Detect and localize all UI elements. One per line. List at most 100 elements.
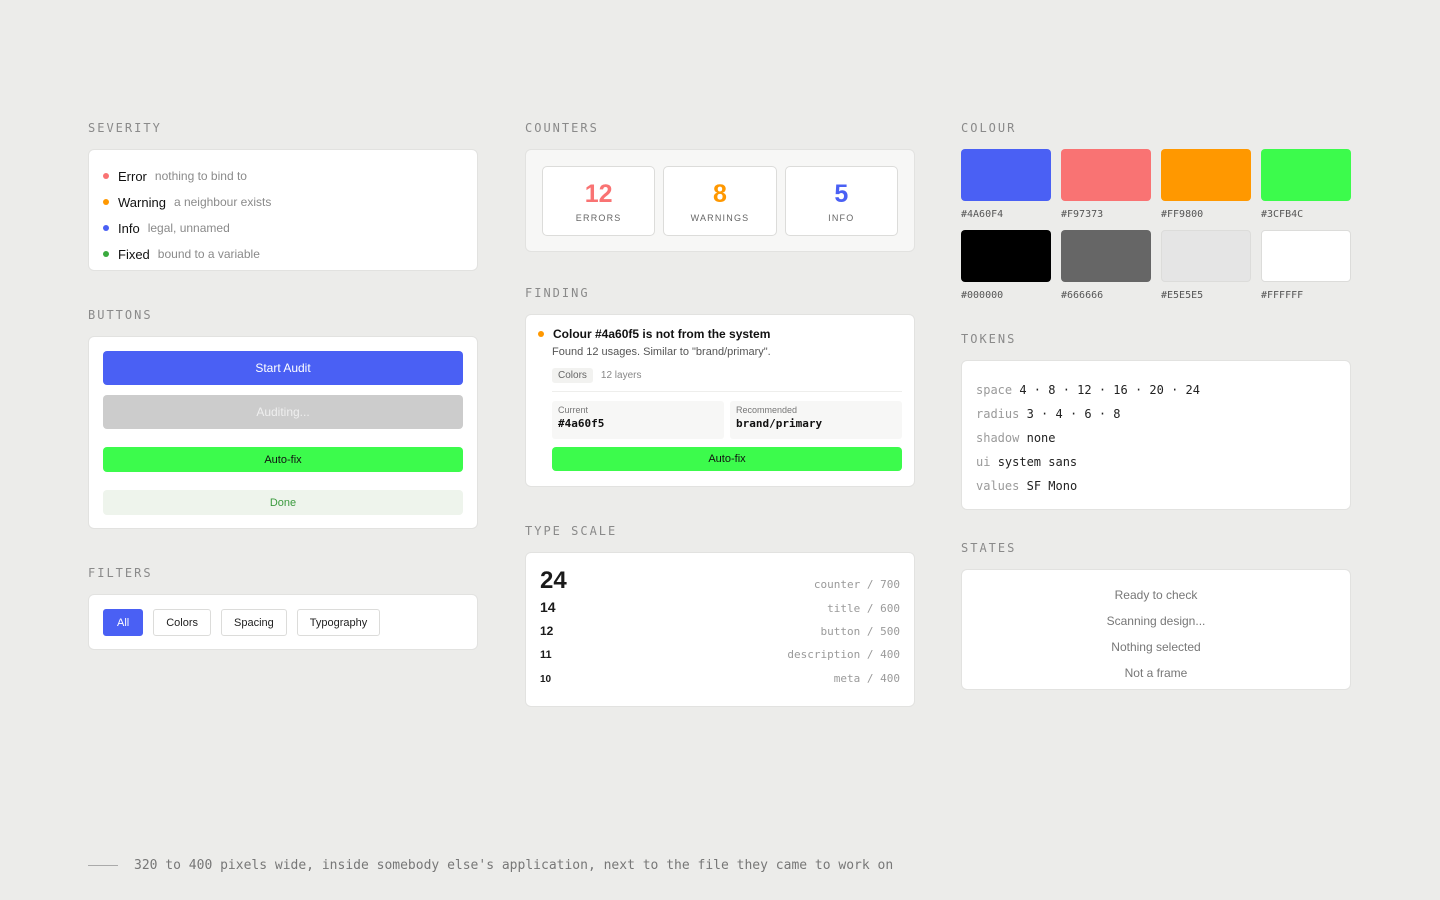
severity-name: Fixed [118, 246, 150, 262]
type-spec: title / 600 [827, 602, 900, 615]
finding-layers: 12 layers [600, 370, 642, 381]
swatch-item: #E5E5E5 [1161, 230, 1251, 301]
swatch-white[interactable] [1261, 230, 1351, 282]
buttons-card: Start Audit Auditing... Auto-fix Done [88, 336, 478, 529]
token-key: radius [976, 407, 1020, 421]
swatch-gray[interactable] [1061, 230, 1151, 282]
finding-title-row: Colour #4a60f5 is not from the system [538, 327, 902, 341]
swatch-black[interactable] [961, 230, 1051, 282]
severity-desc: a neighbour exists [173, 195, 272, 209]
filters-section-label: FILTERS [88, 566, 153, 580]
swatch-hex: #E5E5E5 [1161, 290, 1204, 301]
token-row-ui: ui system sans [976, 450, 1336, 474]
severity-name: Error [118, 168, 147, 184]
severity-name: Info [118, 220, 140, 236]
swatch-item: #F97373 [1061, 149, 1151, 220]
swatch-orange[interactable] [1161, 149, 1251, 201]
token-value: 3 · 4 · 6 · 8 [1026, 407, 1121, 421]
colour-section-label: COLOUR [961, 121, 1017, 135]
counter-label: ERRORS [575, 212, 622, 223]
swatch-item: #000000 [961, 230, 1051, 301]
finding-description: Found 12 usages. Similar to "brand/prima… [552, 346, 771, 358]
colour-swatch-grid: #4A60F4 #F97373 #FF9800 #3CFB4C #000000 … [961, 149, 1351, 301]
type-sample: 12 [540, 624, 554, 638]
swatch-blue[interactable] [961, 149, 1051, 201]
type-sample: 14 [540, 599, 556, 615]
counters-section-label: COUNTERS [525, 121, 599, 135]
finding-card: Colour #4a60f5 is not from the system Fo… [525, 314, 915, 487]
type-spec: button / 500 [820, 625, 900, 638]
token-row-space: space 4 · 8 · 12 · 16 · 20 · 24 [976, 378, 1336, 402]
done-button[interactable]: Done [103, 490, 463, 515]
type-sample: 10 [540, 674, 552, 685]
states-section-label: STATES [961, 541, 1017, 555]
finding-title: Colour #4a60f5 is not from the system [553, 327, 771, 341]
start-audit-button[interactable]: Start Audit [103, 351, 463, 385]
filter-chip-spacing[interactable]: Spacing [221, 609, 287, 636]
token-key: ui [976, 455, 991, 469]
severity-row-warning: Warning a neighbour exists [103, 189, 463, 215]
filters-card: All Colors Spacing Typography [88, 594, 478, 650]
swatch-light-gray[interactable] [1161, 230, 1251, 282]
footer-text: 320 to 400 pixels wide, inside somebody … [134, 858, 894, 873]
severity-row-info: Info legal, unnamed [103, 215, 463, 241]
severity-desc: bound to a variable [157, 247, 260, 261]
column-left: SEVERITY Error nothing to bind to Warnin… [88, 120, 478, 650]
filter-chip-colors[interactable]: Colors [153, 609, 212, 636]
token-row-radius: radius 3 · 4 · 6 · 8 [976, 402, 1336, 426]
warning-dot-icon [103, 199, 109, 205]
error-dot-icon [103, 173, 109, 179]
filter-chip-typography[interactable]: Typography [296, 609, 381, 636]
finding-section-label: FINDING [525, 286, 590, 300]
finding-auto-fix-button[interactable]: Auto-fix [552, 447, 902, 471]
warning-dot-icon [538, 331, 544, 337]
states-card: Ready to check Scanning design... Nothin… [961, 569, 1351, 690]
counter-value: 5 [834, 179, 849, 208]
type-row-24: 24 counter / 700 [540, 567, 900, 599]
finding-tag: Colors [552, 368, 593, 383]
auto-fix-button[interactable]: Auto-fix [103, 447, 463, 472]
recommended-value: brand/primary [736, 417, 823, 430]
swatch-hex: #666666 [1061, 290, 1104, 301]
finding-meta: Colors 12 layers [552, 368, 902, 383]
token-row-values: values SF Mono [976, 474, 1336, 498]
recommended-value-box: Recommended brand/primary [730, 401, 902, 439]
type-scale-section-label: TYPE SCALE [525, 524, 618, 538]
swatch-hex: #3CFB4C [1261, 209, 1304, 220]
swatch-green[interactable] [1261, 149, 1351, 201]
state-ready: Ready to check [1114, 588, 1198, 602]
token-row-shadow: shadow none [976, 426, 1336, 450]
state-not-a-frame: Not a frame [1124, 666, 1188, 680]
filter-chip-all[interactable]: All [103, 609, 144, 636]
swatch-hex: #F97373 [1061, 209, 1104, 220]
tokens-section-label: TOKENS [961, 332, 1017, 346]
swatch-red[interactable] [1061, 149, 1151, 201]
swatch-hex: #000000 [961, 290, 1004, 301]
counter-value: 8 [713, 179, 727, 208]
counter-errors: 12 ERRORS [542, 166, 656, 236]
current-label: Current [558, 405, 589, 415]
info-dot-icon [103, 225, 109, 231]
counter-label: INFO [828, 212, 855, 223]
type-sample: 24 [540, 567, 567, 594]
counters-card: 12 ERRORS 8 WARNINGS 5 INFO [525, 149, 915, 252]
type-scale-card: 24 counter / 700 14 title / 600 12 butto… [525, 552, 915, 707]
column-right: COLOUR #4A60F4 #F97373 #FF9800 #3CFB4C #… [961, 120, 1351, 690]
token-key: values [976, 479, 1020, 493]
footer-note: 320 to 400 pixels wide, inside somebody … [88, 858, 893, 873]
auditing-button[interactable]: Auditing... [103, 395, 463, 429]
swatch-item: #FFFFFF [1261, 230, 1351, 301]
finding-compare: Current #4a60f5 Recommended brand/primar… [552, 401, 902, 439]
severity-desc: nothing to bind to [154, 169, 247, 183]
finding-body: Found 12 usages. Similar to "brand/prima… [538, 346, 902, 471]
type-sample: 11 [540, 649, 552, 661]
type-spec: meta / 400 [833, 672, 900, 685]
severity-row-error: Error nothing to bind to [103, 163, 463, 189]
type-row-11: 11 description / 400 [540, 648, 900, 672]
swatch-item: #666666 [1061, 230, 1151, 301]
column-middle: COUNTERS 12 ERRORS 8 WARNINGS 5 INFO FIN… [525, 120, 915, 707]
tokens-card: space 4 · 8 · 12 · 16 · 20 · 24 radius 3… [961, 360, 1351, 510]
type-row-12: 12 button / 500 [540, 624, 900, 648]
counter-label: WARNINGS [690, 212, 750, 223]
type-row-10: 10 meta / 400 [540, 672, 900, 696]
